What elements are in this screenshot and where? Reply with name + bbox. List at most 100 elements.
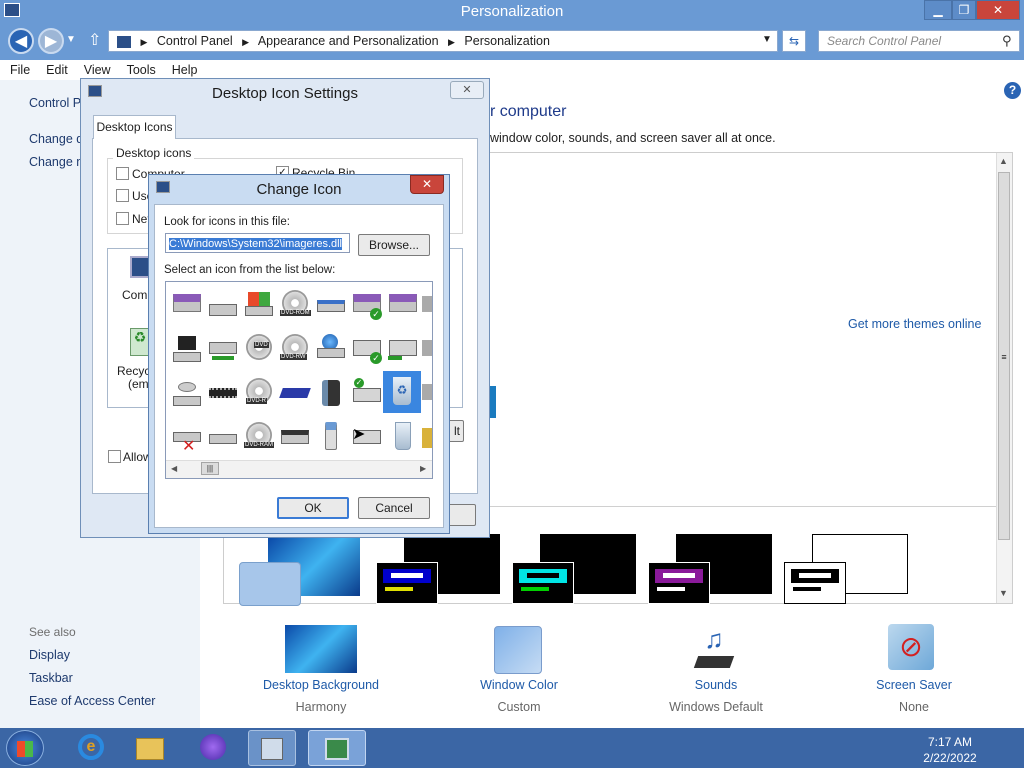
printer-check-icon[interactable]: ✓ <box>350 332 384 366</box>
network-drive-icon[interactable] <box>206 332 240 366</box>
floppy-drive-icon[interactable] <box>170 288 204 322</box>
users-files-checkbox[interactable] <box>116 189 129 202</box>
screen-saver-title[interactable]: Screen Saver <box>834 678 994 692</box>
window-color-icon[interactable] <box>494 626 542 674</box>
change-icon-close-button[interactable]: ✕ <box>410 175 444 194</box>
high-contrast-white-swatch[interactable] <box>784 562 846 604</box>
screen-saver-icon[interactable]: ⊘ <box>888 624 934 670</box>
desktop-background-thumbnail[interactable] <box>285 625 357 673</box>
drive-icon[interactable] <box>206 288 240 322</box>
hdd-icon[interactable] <box>170 376 204 410</box>
breadcrumb-appearance[interactable]: Appearance and Personalization <box>258 34 439 48</box>
hdd-dark-icon[interactable] <box>170 332 204 366</box>
get-more-themes-link[interactable]: Get more themes online <box>848 317 981 331</box>
lock-partial-icon[interactable] <box>422 420 432 454</box>
file-explorer-taskbar-button[interactable] <box>126 730 174 766</box>
dis-apply-button[interactable] <box>448 504 476 526</box>
control-panel-taskbar-button[interactable] <box>248 730 296 766</box>
scroll-thumb[interactable]: ≡ <box>998 172 1010 540</box>
allow-themes-checkbox[interactable] <box>108 450 121 463</box>
sounds-item[interactable]: Sounds Windows Default <box>636 678 796 714</box>
high-contrast-2-swatch[interactable] <box>512 562 574 604</box>
menu-edit[interactable]: Edit <box>36 60 74 77</box>
floppy-partial-icon[interactable] <box>422 288 432 322</box>
dvd-rw-icon[interactable]: DVD-RW <box>278 332 312 366</box>
mobile-phone-icon[interactable] <box>314 420 348 454</box>
partial-icon-3[interactable] <box>422 376 432 410</box>
recycle-bin-full-icon[interactable]: ♻ <box>130 328 150 356</box>
tape-drive-icon[interactable] <box>278 420 312 454</box>
camcorder-icon[interactable] <box>314 376 348 410</box>
dvd-ram-icon[interactable]: DVD-RAM <box>242 420 276 454</box>
desktop-background-title[interactable]: Desktop Background <box>241 678 401 692</box>
high-contrast-1-swatch[interactable] <box>376 562 438 604</box>
control-panel-home-link[interactable]: Control P <box>29 96 81 110</box>
breadcrumb-personalization[interactable]: Personalization <box>464 34 549 48</box>
search-input[interactable]: Search Control Panel <box>818 30 1020 52</box>
menu-file[interactable]: File <box>0 60 36 77</box>
minimize-button[interactable]: ▁ <box>924 0 952 20</box>
menu-tools[interactable]: Tools <box>117 60 162 77</box>
floppy-printer-check-icon[interactable]: ✓ <box>350 288 384 322</box>
high-contrast-black-swatch[interactable] <box>648 562 710 604</box>
recycle-bin-selected-icon[interactable]: ♻ <box>383 371 421 413</box>
floppy-printer-icon[interactable] <box>386 288 420 322</box>
memory-chip-icon[interactable] <box>206 376 240 410</box>
scroll-down-icon[interactable]: ▼ <box>999 588 1008 598</box>
help-icon[interactable]: ? <box>1004 82 1021 99</box>
ok-button[interactable]: OK <box>277 497 349 519</box>
window-color-title[interactable]: Window Color <box>439 678 599 692</box>
printer-network-icon[interactable] <box>386 332 420 366</box>
removable-drive-icon[interactable] <box>314 288 348 322</box>
forward-button[interactable]: ▶ <box>38 28 64 54</box>
recent-pages-chevron-icon[interactable]: ▼ <box>66 34 76 45</box>
desktop-icon-settings-close-button[interactable]: ✕ <box>450 81 484 99</box>
drive-error-icon[interactable]: ✕ <box>170 420 204 455</box>
change-mouse-pointers-link[interactable]: Change m <box>29 155 87 169</box>
ease-of-access-link[interactable]: Ease of Access Center <box>29 694 155 708</box>
menu-help[interactable]: Help <box>162 60 204 77</box>
sounds-title[interactable]: Sounds <box>636 678 796 692</box>
back-button[interactable]: ◀ <box>8 28 34 54</box>
up-arrow-icon[interactable]: ⇧ <box>88 30 101 50</box>
address-bar[interactable]: ▶ Control Panel ▶ Appearance and Persona… <box>108 30 778 52</box>
icon-list[interactable]: DVD-ROM ✓ DVD DVD-RW ✓ DVD-R ✓ ♻ ✕ DVD-R… <box>165 281 433 479</box>
icon-file-path-input[interactable]: C:\Windows\System32\imageres.dll <box>165 233 350 253</box>
tab-desktop-icons[interactable]: Desktop Icons <box>93 115 176 139</box>
harmony-theme-color-swatch[interactable] <box>239 562 301 606</box>
printer-check-2-icon[interactable]: ✓ <box>350 376 384 410</box>
icon-list-scroll-thumb[interactable]: ||| <box>201 462 219 475</box>
blue-drive-icon[interactable] <box>278 376 312 410</box>
browse-button[interactable]: Browse... <box>358 234 430 256</box>
globe-drive-icon[interactable] <box>314 332 348 366</box>
personalization-taskbar-button[interactable] <box>308 730 366 766</box>
dvd-rom-icon[interactable]: DVD-ROM <box>278 288 312 322</box>
sounds-icon[interactable]: ♫ <box>690 624 738 672</box>
taskbar-link[interactable]: Taskbar <box>29 671 73 685</box>
close-button[interactable]: ✕ <box>976 0 1020 20</box>
internet-explorer-taskbar-button[interactable]: e <box>66 730 114 766</box>
scroll-right-icon[interactable]: ▶ <box>420 464 426 473</box>
address-dropdown-icon[interactable]: ▼ <box>762 34 772 45</box>
menu-view[interactable]: View <box>74 60 117 77</box>
dvd-r-icon[interactable]: DVD-R <box>242 376 276 410</box>
recycle-bin-empty-icon[interactable] <box>386 420 420 454</box>
windows-drive-icon[interactable] <box>242 288 276 322</box>
computer-checkbox[interactable] <box>116 167 129 180</box>
refresh-button[interactable]: ⇆ <box>782 30 806 52</box>
display-link[interactable]: Display <box>29 648 70 662</box>
maximize-button[interactable]: ❐ <box>952 0 976 20</box>
dvd-drive-icon[interactable]: DVD <box>242 332 276 366</box>
partial-icon-2[interactable] <box>422 332 432 366</box>
change-desktop-icons-link[interactable]: Change d <box>29 132 83 146</box>
breadcrumb-control-panel[interactable]: Control Panel <box>157 34 233 48</box>
firefox-taskbar-button[interactable] <box>188 730 236 766</box>
cancel-button[interactable]: Cancel <box>358 497 430 519</box>
window-color-item[interactable]: Window Color Custom <box>439 678 599 714</box>
desktop-background-item[interactable]: Desktop Background Harmony <box>241 678 401 714</box>
scroll-up-icon[interactable]: ▲ <box>999 156 1008 166</box>
screen-saver-item[interactable]: Screen Saver None <box>834 678 994 714</box>
scroll-left-icon[interactable]: ◀ <box>171 464 177 473</box>
network-checkbox[interactable] <box>116 212 129 225</box>
drive-2-icon[interactable] <box>206 420 240 454</box>
